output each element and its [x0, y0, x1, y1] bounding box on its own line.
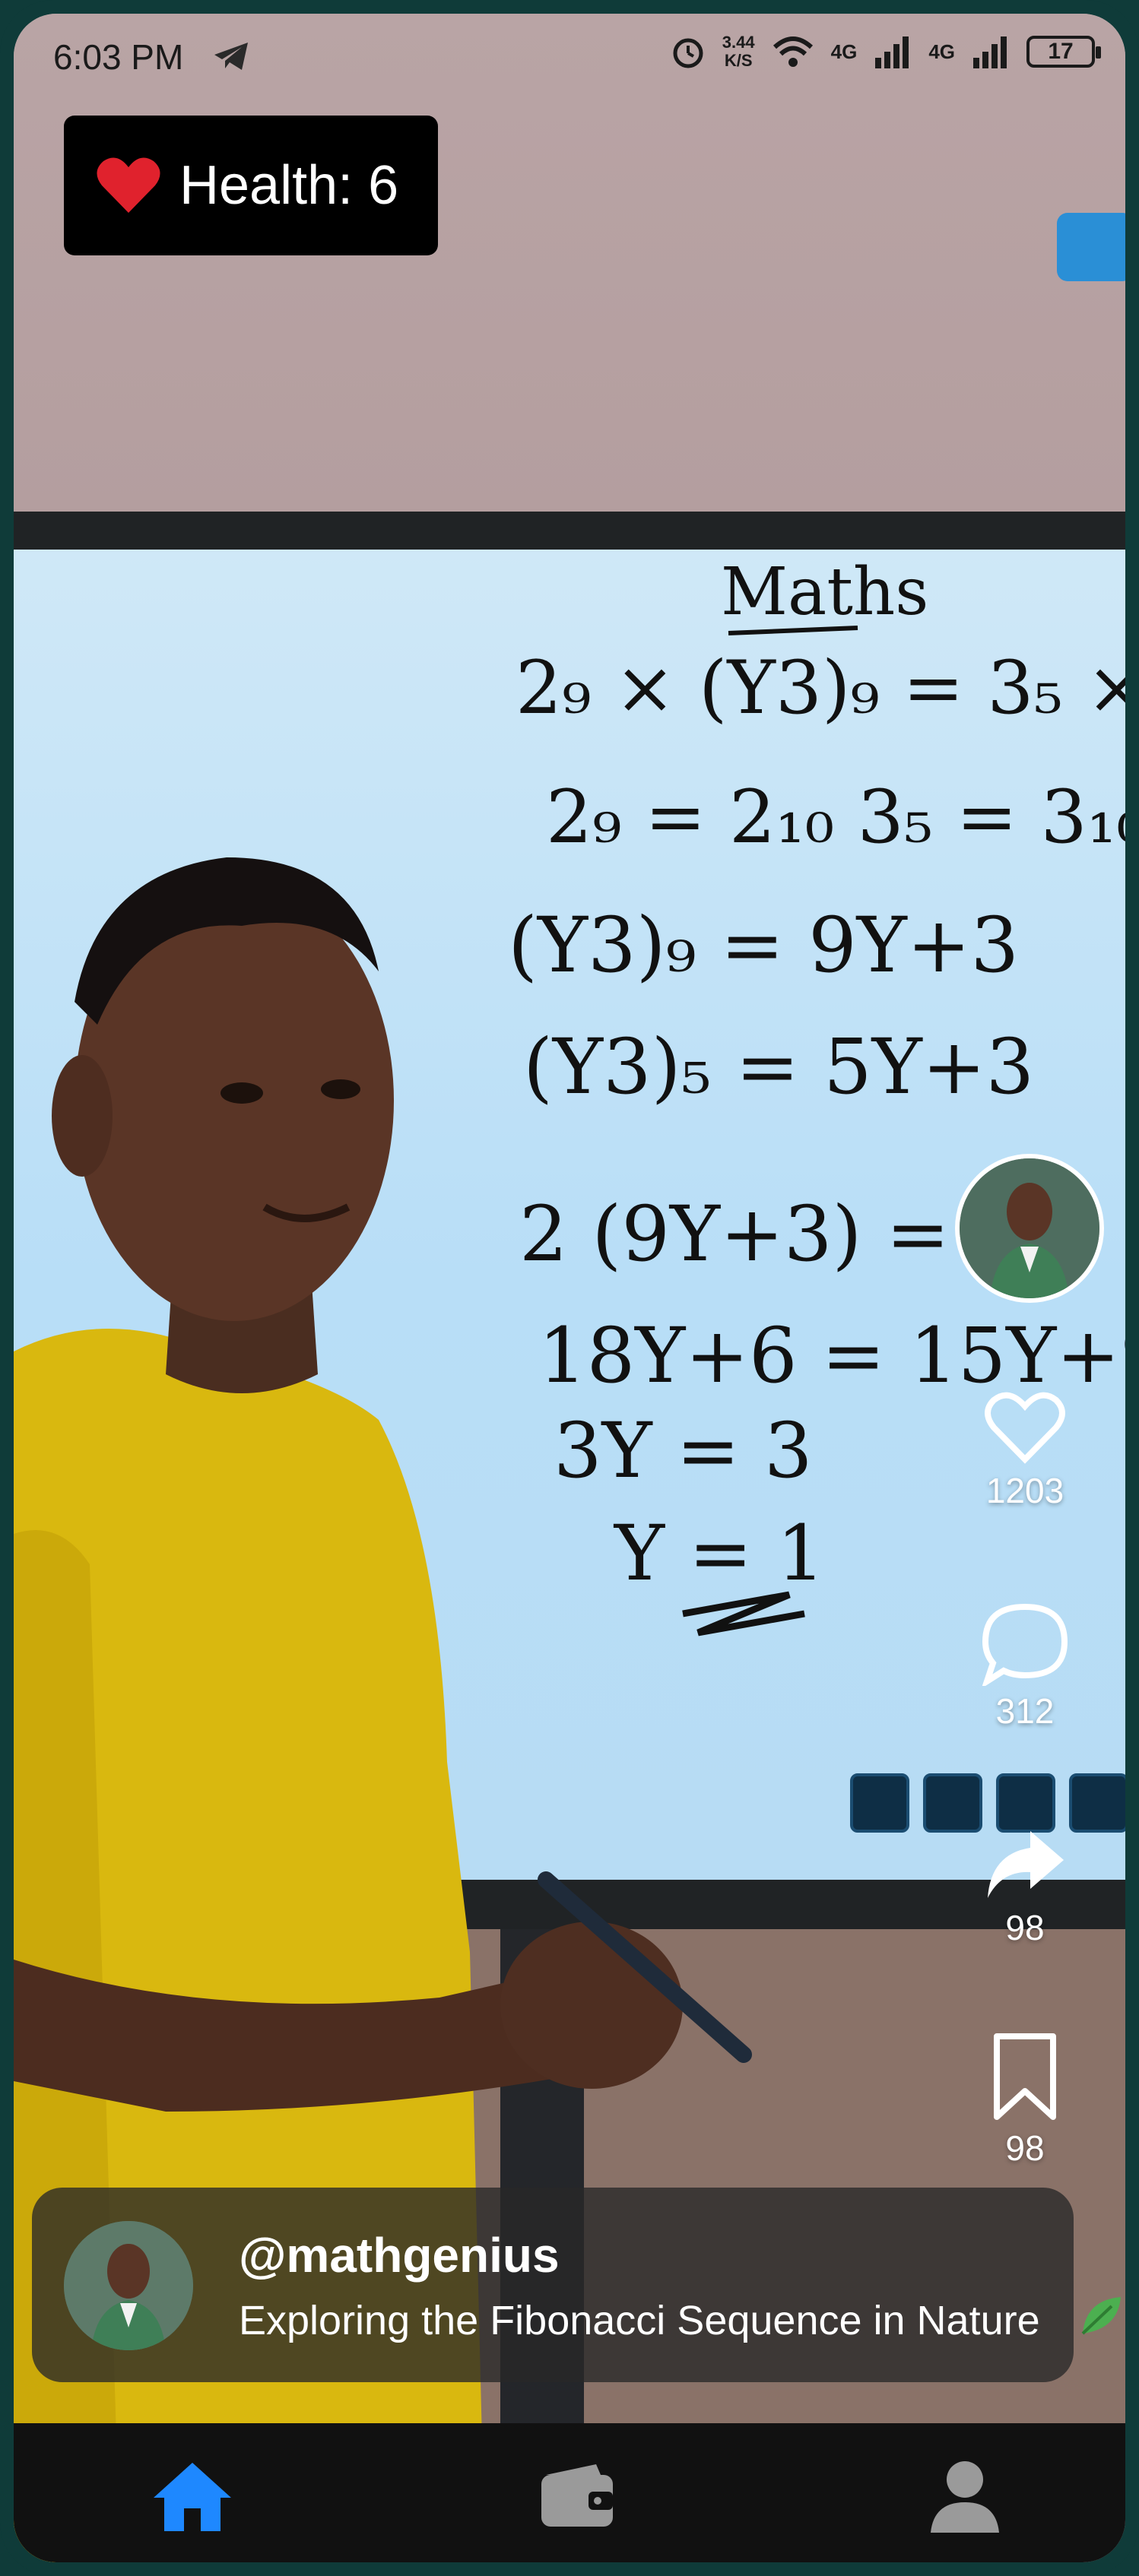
health-label: Health: 6 [179, 155, 399, 216]
presenter [14, 857, 752, 2562]
save-button[interactable]: 98 [949, 2032, 1101, 2169]
status-icons: 3.44 K/S 4G 4G 17 [671, 33, 1101, 70]
battery-level: 17 [1048, 39, 1074, 64]
creator-handle[interactable]: @mathgenius [239, 2227, 560, 2283]
telegram-icon [214, 43, 248, 70]
network-speed: 3.44 K/S [722, 33, 755, 70]
heart-icon [97, 157, 160, 213]
status-time: 6:03 PM [53, 37, 184, 77]
avatar [64, 2221, 193, 2350]
signal-icon [875, 36, 909, 68]
video-caption: @mathgenius Exploring the Fibonacci Sequ… [32, 2188, 1074, 2382]
video-description: Exploring the Fibonacci Sequence in Natu… [239, 2298, 1040, 2343]
screen: Maths 2₉ × (Y3)₉ = 3₅ × (Y3 2₉ = 2₁₀ 3₅ … [14, 14, 1125, 2562]
caption-avatar[interactable] [64, 2221, 193, 2350]
copy-tool-icon [1069, 1773, 1125, 1833]
clear-tool-icon [996, 1773, 1055, 1833]
leaf-emoji-icon [1081, 2297, 1121, 2335]
heart-outline-icon [985, 1392, 1065, 1464]
status-bar: 6:03 PM 3.44 K/S 4G 4G 17 [14, 14, 1125, 97]
comment-count: 312 [995, 1691, 1055, 1731]
network-type-1: 4G [830, 40, 858, 63]
speed-value: 3.44 [722, 33, 755, 52]
like-count: 1203 [985, 1471, 1064, 1510]
alarm-icon [673, 38, 703, 68]
wifi-icon [773, 36, 813, 67]
bottom-nav [14, 2423, 1125, 2562]
video-player[interactable]: Maths 2₉ × (Y3)₉ = 3₅ × (Y3 2₉ = 2₁₀ 3₅ … [14, 14, 1125, 2562]
profile-icon[interactable] [923, 2458, 1007, 2534]
board-toolbar [850, 1773, 1125, 1833]
avatar [960, 1158, 1099, 1298]
share-count: 98 [1005, 1908, 1045, 1947]
home-icon[interactable] [151, 2458, 234, 2534]
network-type-2: 4G [928, 40, 955, 63]
share-arrow-icon [988, 1831, 1064, 1898]
comment-bubble-icon [982, 1603, 1068, 1686]
speed-unit: K/S [724, 51, 753, 70]
eraser-tool-icon [923, 1773, 982, 1833]
battery-icon: 17 [1026, 36, 1101, 68]
pen-tool-icon [850, 1773, 909, 1833]
comment-button[interactable]: 312 [949, 1602, 1101, 1732]
device-frame: Maths 2₉ × (Y3)₉ = 3₅ × (Y3 2₉ = 2₁₀ 3₅ … [0, 0, 1139, 2576]
share-button[interactable]: 98 [949, 1827, 1101, 1948]
bookmark-icon [994, 2033, 1056, 2120]
save-count: 98 [1005, 2128, 1045, 2168]
wallet-icon[interactable] [535, 2458, 619, 2534]
signal-icon-2 [973, 36, 1007, 68]
like-button[interactable]: 1203 [949, 1389, 1101, 1511]
health-badge: Health: 6 [64, 116, 438, 255]
brand-logo-icon [1057, 213, 1125, 281]
creator-avatar[interactable] [955, 1154, 1104, 1303]
